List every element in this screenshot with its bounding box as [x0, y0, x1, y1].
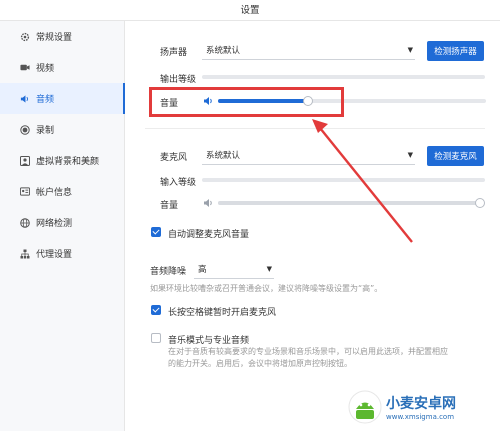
annotation-arrow [312, 119, 413, 243]
watermark-text: 小麦安卓网 [386, 396, 456, 412]
android-logo-icon [348, 390, 382, 424]
watermark-url: www.xmsigma.com [386, 413, 455, 421]
watermark: 小麦安卓网 www.xmsigma.com [348, 390, 456, 424]
